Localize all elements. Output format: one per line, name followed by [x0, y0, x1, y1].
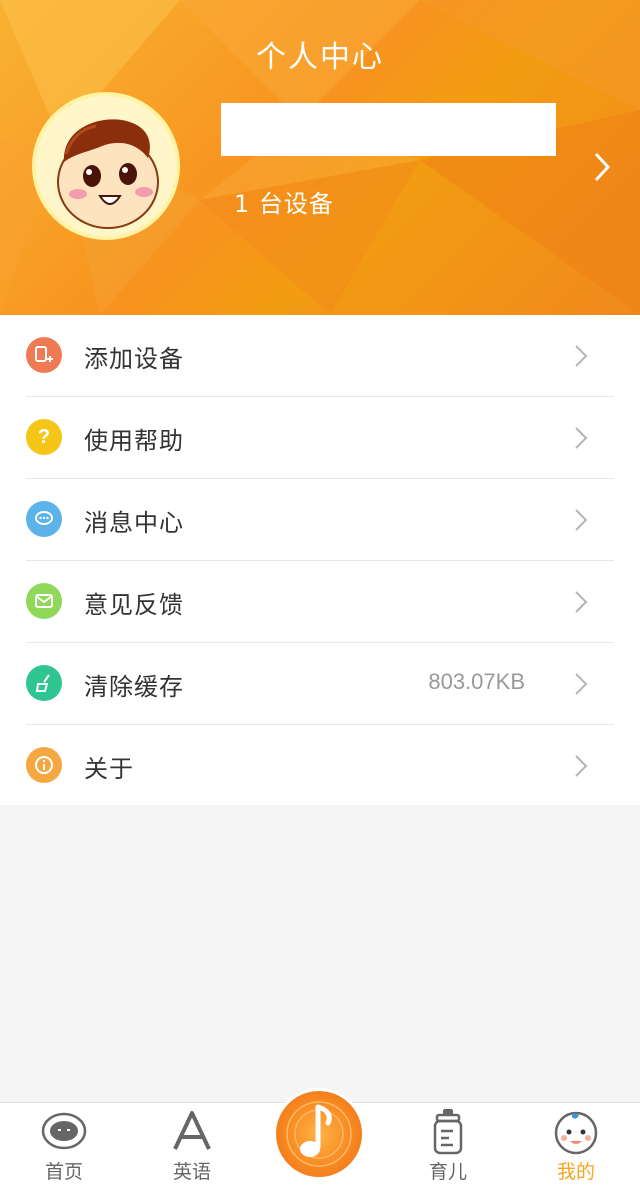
- cache-size-value: 803.07KB: [428, 669, 525, 694]
- tab-label: 育儿: [428, 1161, 467, 1183]
- music-note-icon: [286, 1101, 352, 1167]
- message-icon: [26, 501, 62, 537]
- baby-avatar-icon: [57, 119, 159, 229]
- device-count-text: 1 台设备: [234, 190, 334, 218]
- add-device-icon: [26, 337, 62, 373]
- avatar[interactable]: [32, 92, 180, 240]
- tab-parenting[interactable]: 育儿: [398, 1103, 498, 1190]
- menu-item-about[interactable]: 关于: [0, 725, 640, 807]
- page-title: 个人中心: [256, 40, 384, 75]
- username-field: [221, 103, 556, 156]
- menu-item-add-device[interactable]: 添加设备: [0, 315, 640, 397]
- tab-label: 我的: [556, 1161, 595, 1183]
- chevron-right-icon: [575, 345, 588, 367]
- menu-item-messages[interactable]: 消息中心: [0, 479, 640, 561]
- robot-icon: [41, 1112, 87, 1150]
- tab-english[interactable]: 英语: [142, 1103, 242, 1190]
- letter-a-icon: [173, 1111, 211, 1150]
- about-icon: [26, 747, 62, 783]
- chevron-right-icon: [575, 673, 588, 695]
- music-play-button[interactable]: [273, 1088, 365, 1180]
- baby-bottle-icon: [433, 1109, 463, 1155]
- menu-item-label: 使用帮助: [84, 427, 184, 455]
- chevron-right-icon[interactable]: [590, 150, 614, 184]
- baby-face-icon: [554, 1111, 598, 1155]
- menu-item-label: 消息中心: [84, 509, 184, 537]
- tab-label: 首页: [44, 1161, 83, 1183]
- clear-cache-icon: [26, 665, 62, 701]
- menu-item-label: 关于: [84, 755, 134, 783]
- help-icon: ?: [26, 419, 62, 455]
- menu-item-clear-cache[interactable]: 清除缓存 803.07KB: [0, 643, 640, 725]
- tab-home[interactable]: 首页: [14, 1103, 114, 1190]
- chevron-right-icon: [575, 427, 588, 449]
- tab-mine[interactable]: 我的: [526, 1103, 626, 1190]
- chevron-right-icon: [575, 591, 588, 613]
- feedback-icon: [26, 583, 62, 619]
- profile-header: 个人中心 1 台设备: [0, 0, 640, 315]
- menu-item-feedback[interactable]: 意见反馈: [0, 561, 640, 643]
- chevron-right-icon: [575, 509, 588, 531]
- menu-item-label: 清除缓存: [84, 673, 184, 701]
- menu-item-help[interactable]: ? 使用帮助: [0, 397, 640, 479]
- chevron-right-icon: [575, 755, 588, 777]
- menu-item-label: 添加设备: [84, 345, 184, 373]
- tab-label: 英语: [172, 1161, 211, 1183]
- menu-item-label: 意见反馈: [84, 591, 184, 619]
- settings-menu: 添加设备 ? 使用帮助 消息中心 意见反馈 清除缓存 803.07KB 关于: [0, 315, 640, 805]
